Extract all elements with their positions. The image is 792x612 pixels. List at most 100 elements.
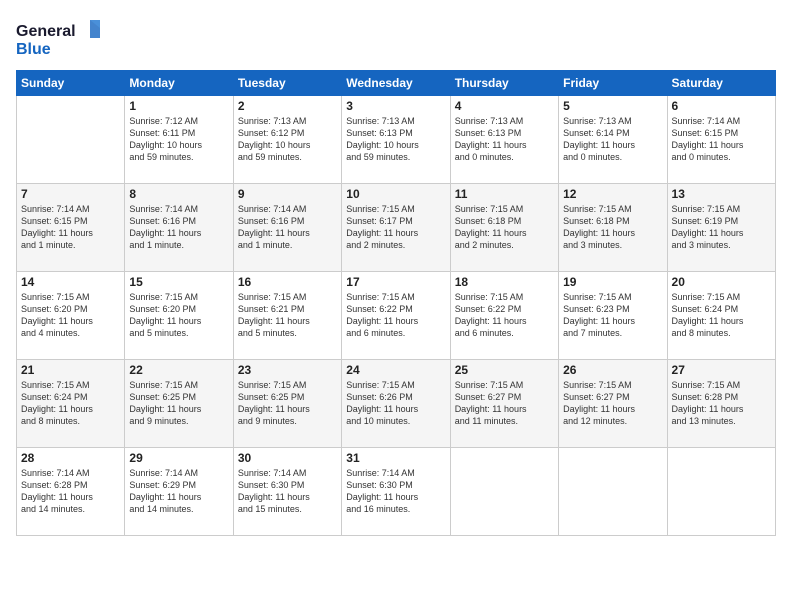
calendar-cell: 29 Sunrise: 7:14 AM Sunset: 6:29 PM Dayli… bbox=[125, 448, 233, 536]
calendar-cell: 30 Sunrise: 7:14 AM Sunset: 6:30 PM Dayli… bbox=[233, 448, 341, 536]
day-number: 30 bbox=[238, 451, 337, 465]
day-info: Sunrise: 7:13 AM Sunset: 6:13 PM Dayligh… bbox=[455, 115, 554, 164]
day-number: 21 bbox=[21, 363, 120, 377]
calendar-cell: 31Sunrise: 7:14 AM Sunset: 6:30 PM Dayli… bbox=[342, 448, 450, 536]
calendar-container: General Blue SundayMondayTuesdayWednesda… bbox=[0, 0, 792, 612]
day-number: 26 bbox=[563, 363, 662, 377]
day-number: 13 bbox=[672, 187, 771, 201]
calendar-cell: 1Sunrise: 7:12 AM Sunset: 6:11 PM Daylig… bbox=[125, 96, 233, 184]
week-row: 21 Sunrise: 7:15 AM Sunset: 6:24 PM Dayli… bbox=[17, 360, 776, 448]
day-number: 7 bbox=[21, 187, 120, 201]
day-info: Sunrise: 7:15 AM Sunset: 6:17 PM Dayligh… bbox=[346, 203, 445, 252]
week-row: 28 Sunrise: 7:14 AM Sunset: 6:28 PM Dayli… bbox=[17, 448, 776, 536]
day-info: Sunrise: 7:13 AM Sunset: 6:13 PM Dayligh… bbox=[346, 115, 445, 164]
calendar-cell: 28 Sunrise: 7:14 AM Sunset: 6:28 PM Dayli… bbox=[17, 448, 125, 536]
calendar-cell: 16 Sunrise: 7:15 AM Sunset: 6:21 PM Dayli… bbox=[233, 272, 341, 360]
day-info: Sunrise: 7:14 AM Sunset: 6:29 PM Dayligh… bbox=[129, 467, 228, 516]
day-info: Sunrise: 7:15 AM Sunset: 6:28 PM Dayligh… bbox=[672, 379, 771, 428]
header-row: SundayMondayTuesdayWednesdayThursdayFrid… bbox=[17, 71, 776, 96]
calendar-table: SundayMondayTuesdayWednesdayThursdayFrid… bbox=[16, 70, 776, 536]
day-info: Sunrise: 7:15 AM Sunset: 6:27 PM Dayligh… bbox=[455, 379, 554, 428]
day-info: Sunrise: 7:15 AM Sunset: 6:18 PM Dayligh… bbox=[455, 203, 554, 252]
calendar-cell: 18Sunrise: 7:15 AM Sunset: 6:22 PM Dayli… bbox=[450, 272, 558, 360]
calendar-cell: 6Sunrise: 7:14 AM Sunset: 6:15 PM Daylig… bbox=[667, 96, 775, 184]
calendar-cell bbox=[559, 448, 667, 536]
day-info: Sunrise: 7:15 AM Sunset: 6:22 PM Dayligh… bbox=[346, 291, 445, 340]
svg-text:General: General bbox=[16, 23, 76, 40]
day-info: Sunrise: 7:15 AM Sunset: 6:19 PM Dayligh… bbox=[672, 203, 771, 252]
day-info: Sunrise: 7:14 AM Sunset: 6:15 PM Dayligh… bbox=[672, 115, 771, 164]
col-header-thursday: Thursday bbox=[450, 71, 558, 96]
day-number: 29 bbox=[129, 451, 228, 465]
day-info: Sunrise: 7:15 AM Sunset: 6:20 PM Dayligh… bbox=[21, 291, 120, 340]
day-info: Sunrise: 7:13 AM Sunset: 6:14 PM Dayligh… bbox=[563, 115, 662, 164]
day-info: Sunrise: 7:13 AM Sunset: 6:12 PM Dayligh… bbox=[238, 115, 337, 164]
day-number: 19 bbox=[563, 275, 662, 289]
calendar-cell: 4 Sunrise: 7:13 AM Sunset: 6:13 PM Daylig… bbox=[450, 96, 558, 184]
calendar-cell: 21 Sunrise: 7:15 AM Sunset: 6:24 PM Dayli… bbox=[17, 360, 125, 448]
calendar-cell: 7 Sunrise: 7:14 AM Sunset: 6:15 PM Daylig… bbox=[17, 184, 125, 272]
day-number: 4 bbox=[455, 99, 554, 113]
calendar-cell: 8 Sunrise: 7:14 AM Sunset: 6:16 PM Daylig… bbox=[125, 184, 233, 272]
day-number: 1 bbox=[129, 99, 228, 113]
day-number: 24 bbox=[346, 363, 445, 377]
day-number: 3 bbox=[346, 99, 445, 113]
calendar-cell: 23Sunrise: 7:15 AM Sunset: 6:25 PM Dayli… bbox=[233, 360, 341, 448]
day-info: Sunrise: 7:14 AM Sunset: 6:15 PM Dayligh… bbox=[21, 203, 120, 252]
day-info: Sunrise: 7:14 AM Sunset: 6:16 PM Dayligh… bbox=[129, 203, 228, 252]
col-header-friday: Friday bbox=[559, 71, 667, 96]
calendar-cell: 3 Sunrise: 7:13 AM Sunset: 6:13 PM Daylig… bbox=[342, 96, 450, 184]
day-number: 2 bbox=[238, 99, 337, 113]
day-info: Sunrise: 7:15 AM Sunset: 6:27 PM Dayligh… bbox=[563, 379, 662, 428]
day-info: Sunrise: 7:14 AM Sunset: 6:30 PM Dayligh… bbox=[238, 467, 337, 516]
day-info: Sunrise: 7:15 AM Sunset: 6:24 PM Dayligh… bbox=[21, 379, 120, 428]
day-info: Sunrise: 7:15 AM Sunset: 6:23 PM Dayligh… bbox=[563, 291, 662, 340]
calendar-cell bbox=[667, 448, 775, 536]
day-info: Sunrise: 7:15 AM Sunset: 6:18 PM Dayligh… bbox=[563, 203, 662, 252]
header: General Blue bbox=[16, 16, 776, 60]
day-number: 25 bbox=[455, 363, 554, 377]
calendar-cell: 15 Sunrise: 7:15 AM Sunset: 6:20 PM Dayli… bbox=[125, 272, 233, 360]
day-info: Sunrise: 7:15 AM Sunset: 6:25 PM Dayligh… bbox=[129, 379, 228, 428]
day-number: 15 bbox=[129, 275, 228, 289]
day-number: 8 bbox=[129, 187, 228, 201]
week-row: 14 Sunrise: 7:15 AM Sunset: 6:20 PM Dayli… bbox=[17, 272, 776, 360]
day-number: 12 bbox=[563, 187, 662, 201]
calendar-cell: 20Sunrise: 7:15 AM Sunset: 6:24 PM Dayli… bbox=[667, 272, 775, 360]
day-number: 20 bbox=[672, 275, 771, 289]
col-header-sunday: Sunday bbox=[17, 71, 125, 96]
calendar-cell: 17 Sunrise: 7:15 AM Sunset: 6:22 PM Dayli… bbox=[342, 272, 450, 360]
col-header-wednesday: Wednesday bbox=[342, 71, 450, 96]
calendar-cell: 14 Sunrise: 7:15 AM Sunset: 6:20 PM Dayli… bbox=[17, 272, 125, 360]
calendar-cell: 19 Sunrise: 7:15 AM Sunset: 6:23 PM Dayli… bbox=[559, 272, 667, 360]
day-number: 31 bbox=[346, 451, 445, 465]
day-number: 28 bbox=[21, 451, 120, 465]
svg-text:Blue: Blue bbox=[16, 41, 51, 58]
week-row: 1Sunrise: 7:12 AM Sunset: 6:11 PM Daylig… bbox=[17, 96, 776, 184]
calendar-cell: 11Sunrise: 7:15 AM Sunset: 6:18 PM Dayli… bbox=[450, 184, 558, 272]
calendar-cell: 5 Sunrise: 7:13 AM Sunset: 6:14 PM Daylig… bbox=[559, 96, 667, 184]
day-number: 22 bbox=[129, 363, 228, 377]
calendar-cell: 27 Sunrise: 7:15 AM Sunset: 6:28 PM Dayli… bbox=[667, 360, 775, 448]
calendar-cell: 9 Sunrise: 7:14 AM Sunset: 6:16 PM Daylig… bbox=[233, 184, 341, 272]
day-number: 5 bbox=[563, 99, 662, 113]
day-number: 27 bbox=[672, 363, 771, 377]
day-number: 16 bbox=[238, 275, 337, 289]
day-info: Sunrise: 7:14 AM Sunset: 6:28 PM Dayligh… bbox=[21, 467, 120, 516]
calendar-cell: 24Sunrise: 7:15 AM Sunset: 6:26 PM Dayli… bbox=[342, 360, 450, 448]
day-info: Sunrise: 7:15 AM Sunset: 6:20 PM Dayligh… bbox=[129, 291, 228, 340]
logo: General Blue bbox=[16, 16, 106, 60]
day-number: 9 bbox=[238, 187, 337, 201]
day-info: Sunrise: 7:14 AM Sunset: 6:16 PM Dayligh… bbox=[238, 203, 337, 252]
day-number: 17 bbox=[346, 275, 445, 289]
day-number: 18 bbox=[455, 275, 554, 289]
col-header-tuesday: Tuesday bbox=[233, 71, 341, 96]
day-number: 14 bbox=[21, 275, 120, 289]
calendar-cell bbox=[450, 448, 558, 536]
day-info: Sunrise: 7:15 AM Sunset: 6:25 PM Dayligh… bbox=[238, 379, 337, 428]
day-number: 10 bbox=[346, 187, 445, 201]
day-info: Sunrise: 7:15 AM Sunset: 6:21 PM Dayligh… bbox=[238, 291, 337, 340]
week-row: 7 Sunrise: 7:14 AM Sunset: 6:15 PM Daylig… bbox=[17, 184, 776, 272]
calendar-cell: 13 Sunrise: 7:15 AM Sunset: 6:19 PM Dayli… bbox=[667, 184, 775, 272]
calendar-cell: 25 Sunrise: 7:15 AM Sunset: 6:27 PM Dayli… bbox=[450, 360, 558, 448]
